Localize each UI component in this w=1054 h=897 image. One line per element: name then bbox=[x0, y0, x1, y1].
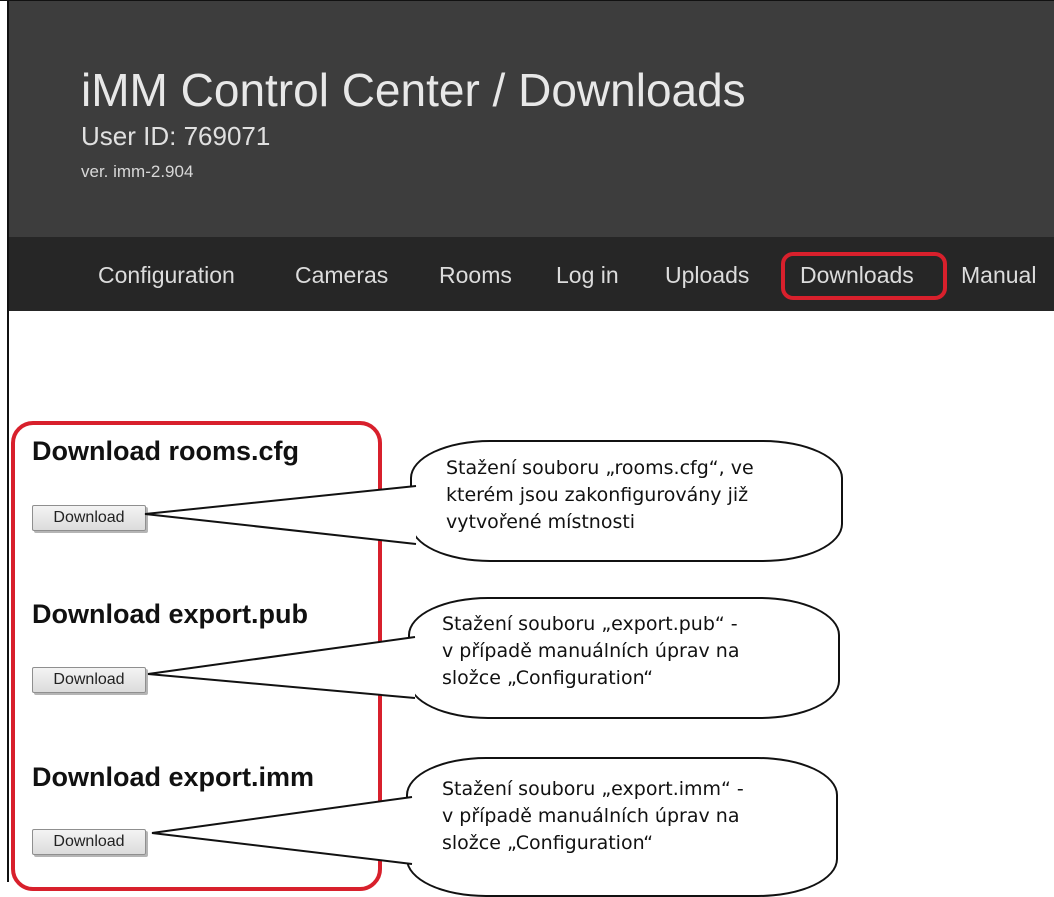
callout-line: složce „Configuration“ bbox=[442, 832, 654, 854]
callout-pointers bbox=[144, 485, 417, 865]
callout-line: Stažení souboru „export.pub“ - bbox=[442, 613, 738, 635]
callout-pointer-rooms-cfg bbox=[145, 486, 416, 544]
callout-text-rooms-cfg: Stažení souboru „rooms.cfg“, ve kterém j… bbox=[446, 455, 754, 536]
callout-line: v případě manuálních úprav na bbox=[442, 640, 740, 662]
callout-line: v případě manuálních úprav na bbox=[442, 805, 740, 827]
callout-pointer-export-imm bbox=[152, 797, 412, 864]
callout-line: Stažení souboru „export.imm“ - bbox=[442, 778, 744, 800]
callout-line: kterém jsou zakonfigurovány již bbox=[446, 484, 749, 506]
callout-line: složce „Configuration“ bbox=[442, 667, 654, 689]
callout-text-export-imm: Stažení souboru „export.imm“ - v případě… bbox=[442, 776, 744, 857]
callout-text-export-pub: Stažení souboru „export.pub“ - v případě… bbox=[442, 611, 739, 692]
callout-line: Stažení souboru „rooms.cfg“, ve bbox=[446, 457, 754, 479]
callout-line: vytvořené místnosti bbox=[446, 511, 636, 533]
